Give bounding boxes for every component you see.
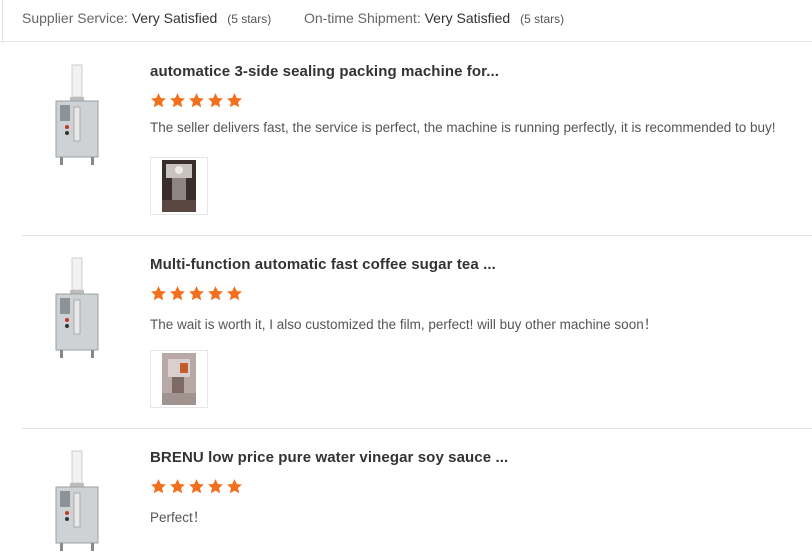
shipment-rating: On-time Shipment: Very Satisfied (5 star… [304,10,564,26]
product-thumbnail[interactable] [50,63,100,167]
star-icon [227,93,242,108]
packing-machine-image [55,64,99,165]
star-rating [150,92,243,110]
star-icon [208,93,223,108]
shipment-stars: (5 stars) [520,12,565,26]
review-item: automatice 3-side sealing packing machin… [22,43,812,236]
review-item: BRENU low price pure water vinegar soy s… [22,429,812,556]
review-product-title[interactable]: Multi-function automatic fast coffee sug… [150,256,496,273]
review-comment: Perfect！ [150,510,207,525]
star-icon [189,286,204,301]
review-photo-image [162,353,196,405]
review-item: Multi-function automatic fast coffee sug… [22,236,812,429]
star-icon [208,479,223,494]
star-icon [170,286,185,301]
star-icon [189,93,204,108]
supplier-service-rating: Supplier Service: Very Satisfied (5 star… [22,10,271,26]
product-thumbnail[interactable] [50,449,100,553]
review-photo-image [162,160,196,212]
review-product-title[interactable]: BRENU low price pure water vinegar soy s… [150,449,508,466]
supplier-service-label: Supplier Service: [22,10,128,26]
star-rating [150,285,243,303]
star-icon [189,479,204,494]
star-icon [227,286,242,301]
star-icon [151,479,166,494]
review-comment: The wait is worth it, I also customized … [150,317,658,332]
star-rating [150,478,243,496]
product-thumbnail[interactable] [50,256,100,360]
rating-summary-bar: Supplier Service: Very Satisfied (5 star… [0,0,812,42]
supplier-service-value: Very Satisfied [131,10,218,26]
star-icon [151,286,166,301]
review-comment: The seller delivers fast, the service is… [150,120,776,135]
supplier-service-stars: (5 stars) [227,12,272,26]
review-product-title[interactable]: automatice 3-side sealing packing machin… [150,63,499,80]
star-icon [170,93,185,108]
shipment-value: Very Satisfied [424,10,511,26]
packing-machine-image [55,450,99,551]
star-icon [170,479,185,494]
shipment-label: On-time Shipment: [304,10,421,26]
packing-machine-image [55,257,99,358]
star-icon [227,479,242,494]
star-icon [151,93,166,108]
star-icon [208,286,223,301]
review-photo[interactable] [150,157,208,215]
review-photo[interactable] [150,350,208,408]
